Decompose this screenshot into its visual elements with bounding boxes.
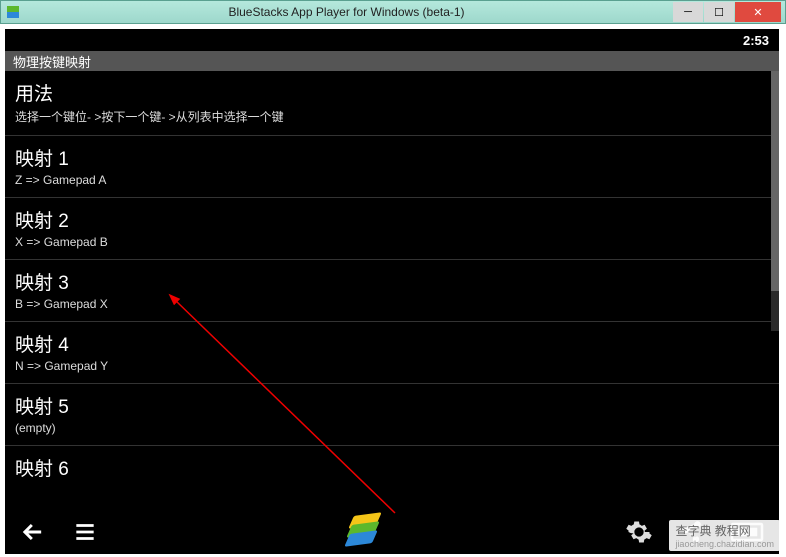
back-button[interactable] xyxy=(17,516,49,548)
usage-title: 用法 xyxy=(15,79,769,106)
watermark-url: jiaocheng.chazidian.com xyxy=(675,539,774,549)
mapping-subtitle: X => Gamepad B xyxy=(15,235,769,249)
android-statusbar: 2:53 xyxy=(5,29,779,51)
scrollbar[interactable] xyxy=(771,71,779,331)
mapping-title: 映射 1 xyxy=(15,144,769,171)
bottom-toolbar xyxy=(5,509,779,554)
maximize-button[interactable]: ☐ xyxy=(704,2,734,22)
usage-subtitle: 选择一个键位- >按下一个键- >从列表中选择一个键 xyxy=(15,108,769,125)
watermark: 查字典 教程网 jiaocheng.chazidian.com xyxy=(669,520,780,551)
watermark-text: 查字典 教程网 xyxy=(675,524,750,538)
mapping-title: 映射 6 xyxy=(15,454,769,481)
section-header-text: 物理按键映射 xyxy=(13,52,91,71)
section-header: 物理按键映射 xyxy=(5,51,779,71)
mapping-row[interactable]: 映射 5 (empty) xyxy=(5,384,779,446)
mapping-row[interactable]: 映射 4 N => Gamepad Y xyxy=(5,322,779,384)
clock: 2:53 xyxy=(743,33,769,48)
home-button[interactable] xyxy=(346,516,378,548)
settings-button[interactable] xyxy=(623,516,655,548)
mapping-row[interactable]: 映射 2 X => Gamepad B xyxy=(5,198,779,260)
minimize-button[interactable]: ─ xyxy=(673,2,703,22)
window-titlebar: BlueStacks App Player for Windows (beta-… xyxy=(0,0,786,24)
mapping-title: 映射 4 xyxy=(15,330,769,357)
menu-button[interactable] xyxy=(69,516,101,548)
mapping-title: 映射 3 xyxy=(15,268,769,295)
mapping-row[interactable]: 映射 1 Z => Gamepad A xyxy=(5,136,779,198)
mapping-row[interactable]: 映射 3 B => Gamepad X xyxy=(5,260,779,322)
close-button[interactable]: ✕ xyxy=(735,2,781,22)
bluestacks-logo-icon xyxy=(346,514,378,550)
mapping-title: 映射 5 xyxy=(15,392,769,419)
window-app-icon xyxy=(5,4,21,20)
mapping-subtitle: B => Gamepad X xyxy=(15,297,769,311)
mapping-subtitle: N => Gamepad Y xyxy=(15,359,769,373)
mapping-title: 映射 2 xyxy=(15,206,769,233)
mapping-subtitle: (empty) xyxy=(15,421,769,435)
window-title: BlueStacks App Player for Windows (beta-… xyxy=(21,5,672,19)
mapping-list[interactable]: 用法 选择一个键位- >按下一个键- >从列表中选择一个键 映射 1 Z => … xyxy=(5,71,779,509)
mapping-subtitle: Z => Gamepad A xyxy=(15,173,769,187)
app-shell: 2:53 物理按键映射 用法 选择一个键位- >按下一个键- >从列表中选择一个… xyxy=(5,29,779,554)
usage-item[interactable]: 用法 选择一个键位- >按下一个键- >从列表中选择一个键 xyxy=(5,71,779,136)
scrollbar-thumb[interactable] xyxy=(771,71,779,291)
mapping-row[interactable]: 映射 6 xyxy=(5,446,779,485)
